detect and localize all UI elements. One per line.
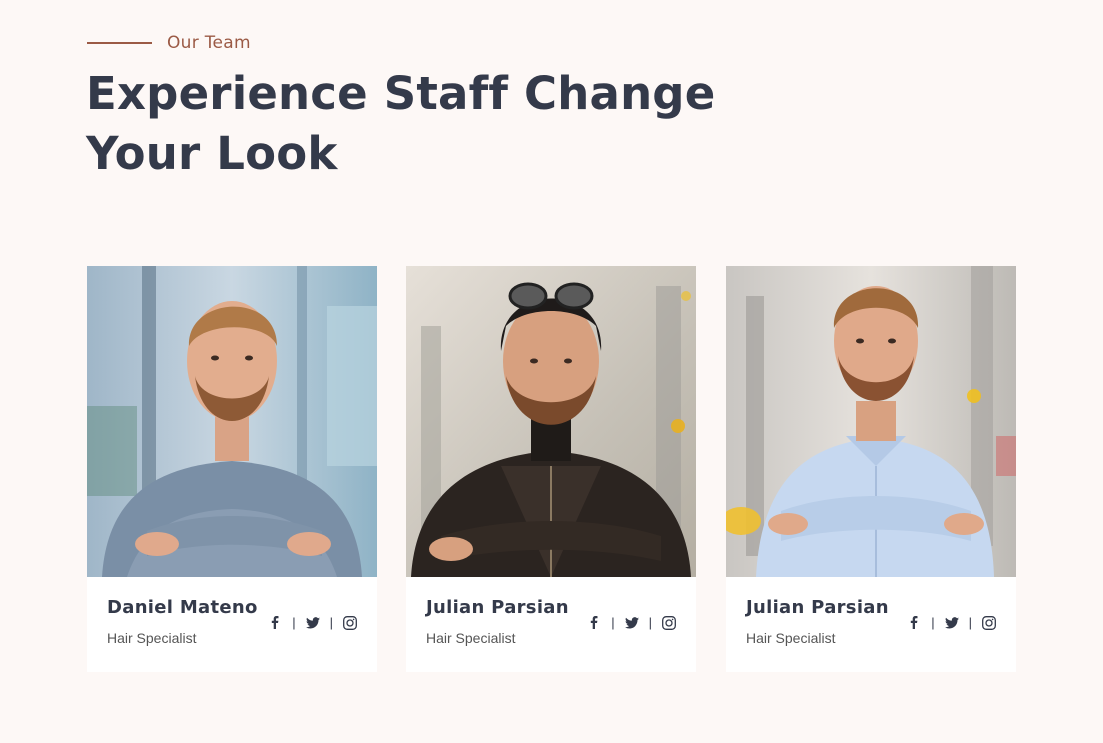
eyebrow-divider <box>87 42 152 44</box>
eyebrow-text: Our Team <box>167 33 251 53</box>
twitter-icon[interactable] <box>944 616 959 630</box>
social-links: | | <box>907 615 996 630</box>
team-member-name: Daniel Mateno <box>107 597 258 618</box>
facebook-icon[interactable] <box>587 616 601 630</box>
team-member-photo <box>726 266 1016 577</box>
heading-line-1: Experience Staff Change <box>86 67 716 120</box>
team-member-photo <box>87 266 377 577</box>
team-card: Julian Parsian Hair Specialist | | <box>726 266 1016 672</box>
social-links: | | <box>268 615 357 630</box>
social-separator: | <box>931 615 935 630</box>
instagram-icon[interactable] <box>982 615 996 630</box>
social-separator: | <box>329 615 333 630</box>
twitter-icon[interactable] <box>305 616 320 630</box>
facebook-icon[interactable] <box>907 616 921 630</box>
team-card: Julian Parsian Hair Specialist | | <box>406 266 696 672</box>
twitter-icon[interactable] <box>624 616 639 630</box>
team-member-name: Julian Parsian <box>426 597 569 618</box>
team-member-role: Hair Specialist <box>107 630 197 646</box>
social-separator: | <box>648 615 652 630</box>
team-member-name: Julian Parsian <box>746 597 889 618</box>
instagram-icon[interactable] <box>343 615 357 630</box>
team-member-role: Hair Specialist <box>746 630 836 646</box>
instagram-icon[interactable] <box>662 615 676 630</box>
social-separator: | <box>968 615 972 630</box>
facebook-icon[interactable] <box>268 616 282 630</box>
team-member-role: Hair Specialist <box>426 630 516 646</box>
section-heading: Experience Staff Change Your Look <box>86 64 726 184</box>
team-card: Daniel Mateno Hair Specialist | | <box>87 266 377 672</box>
heading-line-2: Your Look <box>86 127 338 180</box>
social-separator: | <box>292 615 296 630</box>
team-member-photo <box>406 266 696 577</box>
social-separator: | <box>611 615 615 630</box>
section-eyebrow: Our Team <box>87 33 251 53</box>
social-links: | | <box>587 615 676 630</box>
